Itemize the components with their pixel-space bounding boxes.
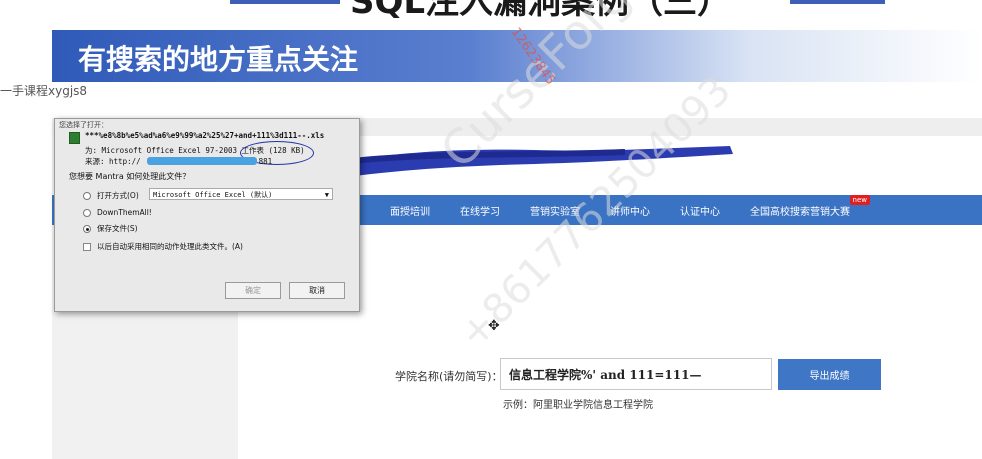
open-with-radio[interactable] (83, 191, 91, 200)
open-with-label: 打开方式(O) (97, 191, 139, 200)
school-name-input[interactable]: 信息工程学院%' and 111=111— (500, 358, 772, 390)
nav-item-lecturer-center[interactable]: 讲师中心 (610, 203, 650, 218)
nav-menu: 首页 面授培训 在线学习 营销实验室 讲师中心 认证中心 全国高校搜索营销大赛 … (340, 194, 880, 225)
open-with-select-value: Microsoft Office Excel (默认) (153, 191, 273, 199)
file-name: ***%e8%8b%e5%ad%a6%e9%99%a2%25%27+and+11… (85, 131, 325, 140)
title-decoration-left (230, 0, 340, 4)
nav-item-marketing-lab[interactable]: 营销实验室 (530, 203, 580, 218)
export-scores-button[interactable]: 导出成绩 (778, 359, 881, 390)
banner-title: 有搜索的地方重点关注 (78, 43, 359, 76)
nav-item-certification[interactable]: 认证中心 (680, 203, 720, 218)
downthemall-label: DownThemAll! (97, 208, 152, 217)
school-name-label: 学院名称(请勿简写)： (395, 370, 503, 383)
ok-button[interactable]: 确定 (225, 282, 281, 299)
example-hint: 示例：阿里职业学院信息工程学院 (503, 400, 653, 411)
remember-checkbox[interactable] (83, 242, 91, 251)
excel-file-icon (69, 132, 80, 144)
save-file-option[interactable]: 保存文件(S) (83, 223, 138, 234)
chevron-down-icon: ▼ (324, 191, 329, 199)
redaction-scribble (310, 146, 733, 180)
open-with-select[interactable]: Microsoft Office Excel (默认) ▼ (149, 188, 333, 200)
nav-item-contest-label: 全国高校搜索营销大赛 (750, 206, 850, 218)
downthemall-radio[interactable] (83, 208, 91, 217)
move-cursor-icon: ✥ (488, 318, 500, 334)
remember-option[interactable]: 以后自动采用相同的动作处理此类文件。(A) (83, 241, 243, 252)
save-file-label: 保存文件(S) (97, 224, 138, 233)
nav-item-online-learning[interactable]: 在线学习 (460, 203, 500, 218)
slide-top-title: SQL注入漏洞案例（三） (350, 0, 732, 22)
dialog-title: 您选择了打开： (59, 121, 108, 129)
file-source-suffix: 881 (258, 157, 273, 166)
save-file-radio[interactable] (83, 224, 91, 233)
new-badge: new (849, 194, 870, 205)
title-decoration-right (790, 0, 885, 4)
nav-item-face-training[interactable]: 面授培训 (390, 203, 430, 218)
source-redaction (147, 157, 257, 165)
remember-label: 以后自动采用相同的动作处理此类文件。(A) (97, 242, 243, 251)
cancel-button[interactable]: 取消 (289, 282, 345, 299)
download-dialog: 您选择了打开： ***%e8%8b%e5%ad%a6%e9%99%a2%25%2… (54, 118, 360, 312)
nav-item-contest[interactable]: 全国高校搜索营销大赛 new (750, 194, 870, 218)
slide-title-area: SQL注入漏洞案例（三） (0, 0, 982, 28)
file-source-prefix: 来源: http:// (85, 157, 141, 166)
channel-label: 一手课程xygjs8 (0, 84, 88, 98)
open-with-option[interactable]: 打开方式(O) (83, 190, 139, 201)
downthemall-option[interactable]: DownThemAll! (83, 208, 152, 217)
handle-question: 您想要 Mantra 如何处理此文件？ (69, 172, 191, 181)
